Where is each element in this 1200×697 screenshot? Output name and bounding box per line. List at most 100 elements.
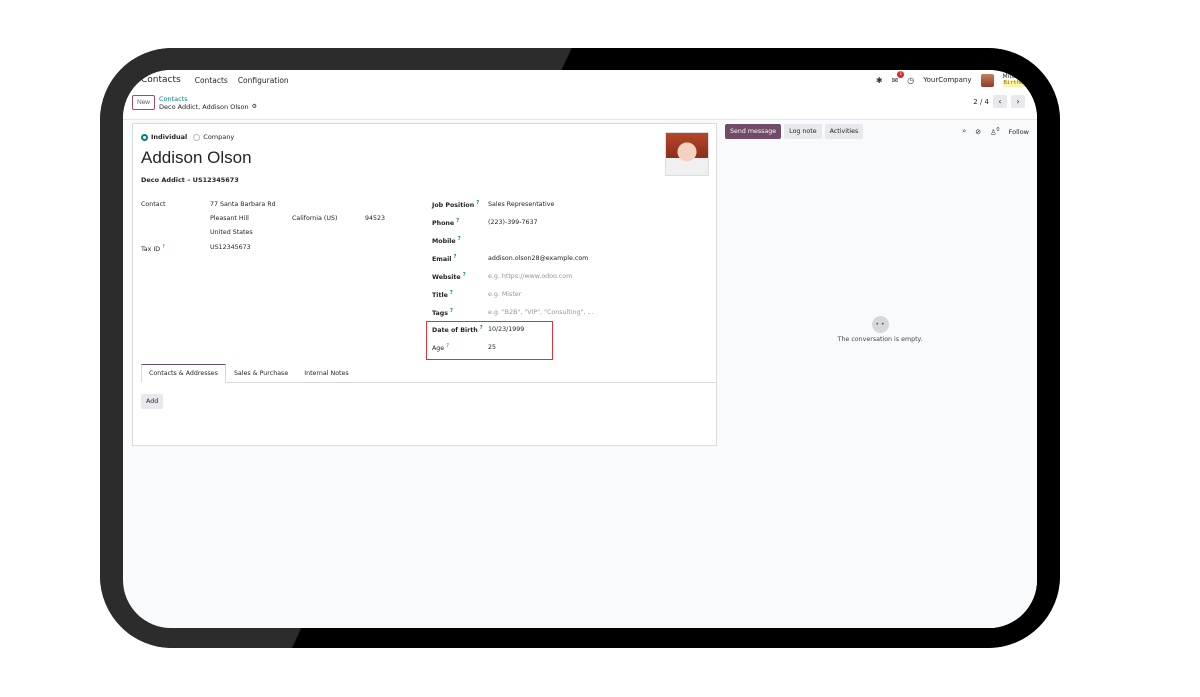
gear-icon[interactable]: ⚙	[252, 103, 257, 111]
tags-label-text: Tags	[432, 310, 448, 318]
email-label: Email?	[432, 254, 456, 263]
tax-id-label-text: Tax ID	[141, 246, 161, 254]
clock-icon[interactable]: ◷	[907, 76, 914, 85]
pager: 2 / 4 ‹ ›	[973, 95, 1025, 108]
tax-id-field[interactable]: US12345673	[210, 244, 251, 251]
parent-company[interactable]: Deco Addict – US12345673	[141, 176, 239, 184]
mobile-label-text: Mobile	[432, 238, 456, 246]
search-icon[interactable]: ⌕	[962, 127, 966, 136]
new-button[interactable]: New	[132, 95, 156, 110]
phone-field[interactable]: (223)-399-7637	[488, 219, 538, 226]
job-position-label-text: Job Position	[432, 202, 475, 210]
date-of-birth-label: Date of Birth?	[432, 325, 483, 334]
log-note-button[interactable]: Log note	[784, 124, 822, 139]
job-position-label: Job Position?	[432, 200, 479, 209]
state-field[interactable]: California (US)	[292, 215, 337, 222]
radio-individual-label: Individual	[151, 133, 188, 141]
phone-label-text: Phone	[432, 220, 455, 228]
contact-name[interactable]: Addison Olson	[141, 148, 252, 168]
chatter-actions: ⌕ ⊘ ♙0 Follow	[962, 127, 1029, 136]
send-message-button[interactable]: Send message	[725, 124, 782, 139]
contact-label: Contact	[141, 201, 166, 208]
pager-prev-button[interactable]: ‹	[993, 95, 1007, 108]
follow-button[interactable]: Follow	[1009, 128, 1029, 136]
top-navbar: Contacts Contacts Configuration ✱ ✉ 1 ◷ Y…	[123, 70, 1037, 90]
user-name: Mitchell	[1002, 73, 1026, 80]
date-of-birth-field[interactable]: 10/23/1999	[488, 326, 524, 333]
user-status: Birthday	[1002, 80, 1031, 87]
menu-configuration[interactable]: Configuration	[238, 76, 289, 85]
age-label-text: Age	[432, 345, 445, 353]
radio-company[interactable]: Company	[193, 133, 234, 141]
age-label: Age?	[432, 343, 449, 352]
pager-next-button[interactable]: ›	[1011, 95, 1025, 108]
breadcrumb: Contacts Deco Addict, Addison Olson ⚙	[159, 95, 257, 111]
website-label-text: Website	[432, 274, 461, 282]
date-of-birth-label-text: Date of Birth	[432, 327, 478, 335]
radio-unchecked-icon	[193, 133, 201, 141]
notebook-tabs: Contacts & Addresses Sales & Purchase In…	[141, 364, 716, 383]
add-button[interactable]: Add	[141, 394, 164, 409]
radio-checked-icon	[141, 133, 148, 141]
radio-individual[interactable]: Individual	[141, 133, 187, 141]
breadcrumb-parent[interactable]: Contacts	[159, 95, 257, 103]
help-icon: ?	[449, 290, 453, 296]
empty-conversation: • • The conversation is empty.	[723, 316, 1037, 343]
tax-id-label: Tax ID?	[141, 244, 165, 253]
chatter-topbar: Send message Log note Activities	[725, 124, 864, 139]
title-label-text: Title	[432, 292, 448, 300]
website-label: Website?	[432, 272, 466, 281]
user-menu[interactable]: Mitchell Birthday	[1002, 73, 1031, 87]
help-icon: ?	[456, 218, 460, 224]
help-icon: ?	[462, 272, 466, 278]
app-screen: Contacts Contacts Configuration ✱ ✉ 1 ◷ Y…	[123, 70, 1037, 628]
help-icon: ?	[453, 254, 457, 260]
phone-label: Phone?	[432, 218, 459, 227]
company-type-radio: Individual Company	[141, 133, 234, 141]
messages-icon[interactable]: ✉ 1	[892, 70, 905, 85]
country-field[interactable]: United States	[210, 229, 253, 236]
age-field: 25	[488, 344, 497, 351]
title-label: Title?	[432, 290, 453, 299]
device-frame: Contacts Contacts Configuration ✱ ✉ 1 ◷ Y…	[100, 48, 1060, 648]
street-field[interactable]: 77 Santa Barbara Rd	[210, 201, 276, 208]
pager-value[interactable]: 2 / 4	[973, 98, 989, 106]
mobile-field[interactable]	[488, 237, 638, 245]
user-avatar[interactable]	[980, 73, 994, 87]
activities-button[interactable]: Activities	[824, 124, 864, 139]
messages-badge: 1	[897, 70, 905, 78]
breadcrumb-current-label: Deco Addict, Addison Olson	[159, 103, 249, 111]
help-icon: ?	[162, 244, 165, 250]
title-field[interactable]: e.g. Mister	[488, 291, 521, 298]
tab-contacts-addresses[interactable]: Contacts & Addresses	[141, 364, 226, 383]
bug-icon[interactable]: ✱	[876, 76, 883, 85]
company-switcher[interactable]: YourCompany	[923, 76, 971, 84]
chatter-panel: Send message Log note Activities ⌕ ⊘ ♙0 …	[723, 120, 1037, 628]
zip-field[interactable]: 94523	[365, 215, 385, 222]
email-field[interactable]: addison.olson28@example.com	[488, 255, 588, 262]
radio-company-label: Company	[203, 133, 235, 141]
website-field[interactable]: e.g. https://www.odoo.com	[488, 273, 572, 280]
tab-internal-notes[interactable]: Internal Notes	[296, 364, 356, 382]
tags-field[interactable]: e.g. "B2B", "VIP", "Consulting", ...	[488, 309, 593, 316]
control-panel: New Contacts Deco Addict, Addison Olson …	[123, 90, 1037, 120]
follower-count: 0	[996, 127, 1000, 133]
neutral-face-icon: • •	[871, 316, 889, 333]
job-position-field[interactable]: Sales Representative	[488, 201, 554, 208]
form-sheet: Individual Company Addison Olson Deco Ad…	[132, 123, 717, 446]
app-name[interactable]: Contacts	[141, 75, 181, 85]
email-label-text: Email	[432, 256, 452, 264]
help-icon: ?	[476, 200, 480, 206]
empty-conversation-text: The conversation is empty.	[837, 336, 923, 343]
menu-contacts[interactable]: Contacts	[195, 76, 228, 85]
help-icon: ?	[446, 343, 449, 349]
help-icon: ?	[457, 236, 461, 242]
contact-photo[interactable]	[665, 132, 709, 176]
paperclip-icon[interactable]: ⊘	[975, 128, 981, 136]
followers-button[interactable]: ♙0	[990, 127, 999, 136]
tab-sales-purchase[interactable]: Sales & Purchase	[226, 364, 296, 382]
help-icon: ?	[479, 325, 483, 331]
city-field[interactable]: Pleasant Hill	[210, 215, 249, 222]
tags-label: Tags?	[432, 308, 453, 317]
help-icon: ?	[450, 308, 453, 314]
